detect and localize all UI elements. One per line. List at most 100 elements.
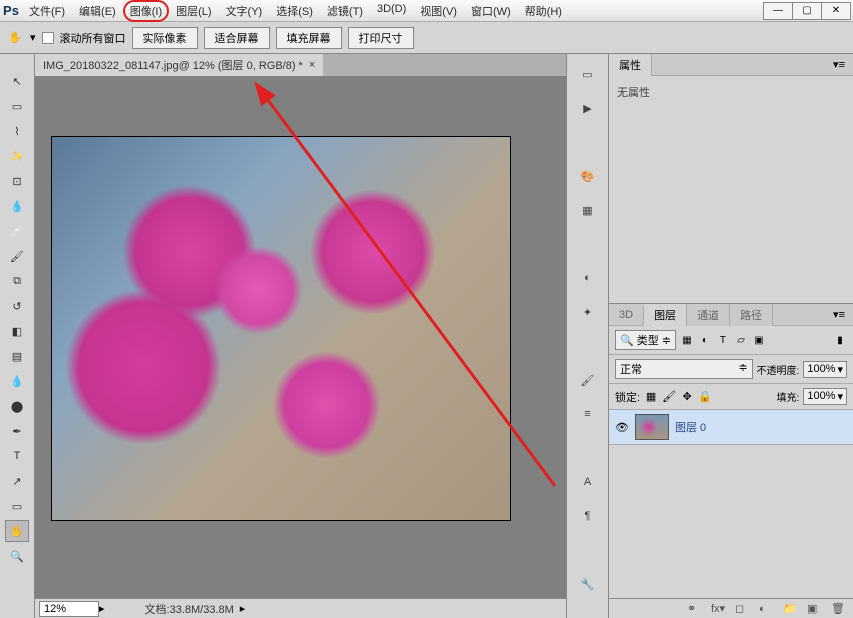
history-brush-tool[interactable]: ↺	[5, 295, 29, 317]
kind-filter-select[interactable]: 🔍 类型 ≑	[615, 330, 676, 350]
scroll-all-checkbox[interactable]	[42, 32, 54, 44]
delete-layer-icon[interactable]: 🗑	[831, 602, 845, 615]
filter-smart-icon[interactable]: ▣	[752, 333, 766, 347]
panel-menu-icon[interactable]: ▾≡	[825, 55, 853, 74]
stamp-tool[interactable]: ⧉	[5, 270, 29, 292]
zoom-input[interactable]: 12%	[39, 601, 99, 617]
hand-tool[interactable]: ✋	[5, 520, 29, 542]
paragraph-panel-icon[interactable]: ¶	[577, 506, 599, 526]
tab-layers[interactable]: 图层	[644, 304, 687, 326]
fill-value: 100%	[807, 390, 835, 403]
actual-pixels-button[interactable]: 实际像素	[132, 27, 198, 49]
adjustments-panel-icon[interactable]: ◐	[577, 268, 599, 288]
styles-panel-icon[interactable]: ✦	[577, 302, 599, 322]
layer-item[interactable]: 👁 图层 0	[609, 410, 853, 445]
blend-opacity-row: 正常 ≑ 不透明度: 100%▾	[609, 355, 853, 384]
actions-panel-icon[interactable]: ▶	[577, 98, 599, 118]
layer-style-icon[interactable]: fx▾	[711, 602, 725, 615]
tab-paths[interactable]: 路径	[730, 304, 773, 326]
layers-tabs: 3D 图层 通道 路径 ▾≡	[609, 304, 853, 326]
close-button[interactable]: ✕	[821, 2, 851, 20]
properties-body: 无属性	[609, 76, 853, 108]
dropdown-icon[interactable]: ▾	[30, 31, 36, 44]
opacity-input[interactable]: 100%▾	[803, 361, 847, 378]
menu-type[interactable]: 文字(Y)	[219, 0, 270, 22]
layer-thumbnail[interactable]	[635, 414, 669, 440]
lock-transparency-icon[interactable]: ▦	[644, 390, 658, 404]
lasso-tool[interactable]: ⌇	[5, 120, 29, 142]
character-panel-icon[interactable]: A	[577, 472, 599, 492]
filter-toggle[interactable]: ▮	[833, 333, 847, 347]
shape-tool[interactable]: ▭	[5, 495, 29, 517]
link-layers-icon[interactable]: ⚭	[687, 602, 701, 615]
fill-input[interactable]: 100%▾	[803, 388, 847, 405]
menu-image[interactable]: 图像(I)	[123, 0, 169, 22]
gradient-tool[interactable]: ▤	[5, 345, 29, 367]
blend-mode-select[interactable]: 正常 ≑	[615, 359, 753, 379]
layer-filter-row: 🔍 类型 ≑ ▦ ◐ T ▱ ▣ ▮	[609, 326, 853, 355]
menu-select[interactable]: 选择(S)	[269, 0, 320, 22]
tools-presets-icon[interactable]: 🔧	[577, 574, 599, 594]
move-tool[interactable]: ↖	[5, 70, 29, 92]
properties-tab[interactable]: 属性	[609, 54, 652, 76]
adjustment-layer-icon[interactable]: ◐	[759, 603, 773, 615]
document-tab[interactable]: IMG_20180322_081147.jpg@ 12% (图层 0, RGB/…	[35, 54, 323, 76]
tab-channels[interactable]: 通道	[687, 304, 730, 326]
filter-type-icon[interactable]: T	[716, 333, 730, 347]
healing-brush-tool[interactable]: 🩹	[5, 220, 29, 242]
menu-3d[interactable]: 3D(D)	[370, 0, 413, 22]
filter-pixel-icon[interactable]: ▦	[680, 333, 694, 347]
lock-position-icon[interactable]: ✥	[680, 390, 694, 404]
brush-presets-icon[interactable]: ≡	[577, 404, 599, 424]
new-layer-icon[interactable]: ▣	[807, 602, 821, 615]
layers-panel-menu-icon[interactable]: ▾≡	[825, 305, 853, 324]
status-arrow-icon[interactable]: ▸	[240, 602, 246, 615]
menu-filter[interactable]: 滤镜(T)	[320, 0, 370, 22]
layer-group-icon[interactable]: 📁	[783, 602, 797, 615]
layer-name[interactable]: 图层 0	[675, 419, 706, 435]
menu-file[interactable]: 文件(F)	[22, 0, 72, 22]
menu-window[interactable]: 窗口(W)	[464, 0, 518, 22]
brushes-panel-icon[interactable]: 🖌	[577, 370, 599, 390]
magic-wand-tool[interactable]: ✨	[5, 145, 29, 167]
type-tool[interactable]: T	[5, 445, 29, 467]
filter-shape-icon[interactable]: ▱	[734, 333, 748, 347]
swatches-panel-icon[interactable]: ▦	[577, 200, 599, 220]
zoom-arrow-icon[interactable]: ▸	[99, 602, 105, 615]
minimize-button[interactable]: —	[763, 2, 793, 20]
path-selection-tool[interactable]: ↗	[5, 470, 29, 492]
app-logo: Ps	[0, 0, 22, 22]
fill-screen-button[interactable]: 填充屏幕	[276, 27, 342, 49]
menu-help[interactable]: 帮助(H)	[518, 0, 569, 22]
chevron-down-icon: ≑	[738, 361, 747, 377]
fit-screen-button[interactable]: 适合屏幕	[204, 27, 270, 49]
eraser-tool[interactable]: ◧	[5, 320, 29, 342]
blur-tool[interactable]: 💧	[5, 370, 29, 392]
right-panels: 属性 ▾≡ 无属性 3D 图层 通道 路径 ▾≡ 🔍 类型 ≑ ▦ ◐	[608, 54, 853, 618]
tab-3d[interactable]: 3D	[609, 306, 644, 324]
print-size-button[interactable]: 打印尺寸	[348, 27, 414, 49]
menu-layer[interactable]: 图层(L)	[169, 0, 218, 22]
marquee-tool[interactable]: ▭	[5, 95, 29, 117]
lock-all-icon[interactable]: 🔒	[698, 390, 712, 404]
canvas-area[interactable]	[35, 76, 566, 598]
maximize-button[interactable]: ▢	[792, 2, 822, 20]
crop-tool[interactable]: ⊡	[5, 170, 29, 192]
search-icon: 🔍	[620, 334, 634, 347]
dodge-tool[interactable]: ⬤	[5, 395, 29, 417]
menu-edit[interactable]: 编辑(E)	[72, 0, 123, 22]
pen-tool[interactable]: ✒	[5, 420, 29, 442]
visibility-icon[interactable]: 👁	[615, 421, 629, 434]
image-canvas[interactable]	[51, 136, 511, 521]
eyedropper-tool[interactable]: 💧	[5, 195, 29, 217]
layer-mask-icon[interactable]: ◻	[735, 602, 749, 615]
filter-adjust-icon[interactable]: ◐	[698, 333, 712, 347]
zoom-tool[interactable]: 🔍	[5, 545, 29, 567]
history-panel-icon[interactable]: ▭	[577, 64, 599, 84]
lock-label: 锁定:	[615, 389, 640, 405]
brush-tool[interactable]: 🖌	[5, 245, 29, 267]
close-tab-icon[interactable]: ×	[309, 59, 315, 71]
menu-view[interactable]: 视图(V)	[413, 0, 464, 22]
lock-image-icon[interactable]: 🖌	[662, 390, 676, 404]
color-panel-icon[interactable]: 🎨	[577, 166, 599, 186]
